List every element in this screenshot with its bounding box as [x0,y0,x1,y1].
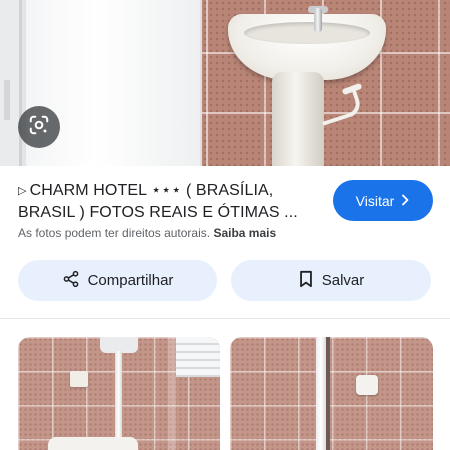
google-lens-icon [28,114,50,141]
main-image[interactable] [0,0,450,166]
door-frame [316,337,326,450]
soap-holder [70,371,88,387]
section-divider [0,318,450,319]
learn-more-link[interactable]: Saiba mais [213,226,276,240]
tiled-wall [230,337,433,450]
visit-button[interactable]: Visitar [333,180,433,221]
paper-holder [356,375,378,395]
copyright-text: As fotos podem ter direitos autorais. [18,226,211,240]
sink-rim [244,22,370,44]
visit-label: Visitar [355,192,395,209]
related-image-thumbnail[interactable] [230,337,433,450]
sink-pedestal [272,72,324,166]
faucet [314,8,322,32]
toilet-bowl [48,437,138,450]
share-button[interactable]: Compartilhar [18,260,217,301]
door-frame [0,0,22,166]
chevron-right-icon [400,193,410,209]
flush-pipe [115,351,122,450]
result-title-link[interactable]: ▷ CHARM HOTEL ⋆⋆⋆ ( BRASÍLIA, BRASIL ) FO… [18,180,318,224]
share-label: Compartilhar [87,272,174,289]
play-triangle-icon: ▷ [18,185,27,197]
save-label: Salvar [321,272,365,289]
copyright-notice: As fotos podem ter direitos autorais. Sa… [18,226,276,240]
bookmark-icon [298,270,314,292]
related-image-thumbnail[interactable] [18,337,220,450]
door-gap [326,337,330,450]
window-blinds [176,337,220,377]
share-icon [62,270,80,292]
save-button[interactable]: Salvar [231,260,431,301]
google-lens-button[interactable] [18,106,60,148]
result-title: CHARM HOTEL ⋆⋆⋆ ( BRASÍLIA, BRASIL ) FOT… [18,182,298,221]
wall-corner [168,337,176,450]
